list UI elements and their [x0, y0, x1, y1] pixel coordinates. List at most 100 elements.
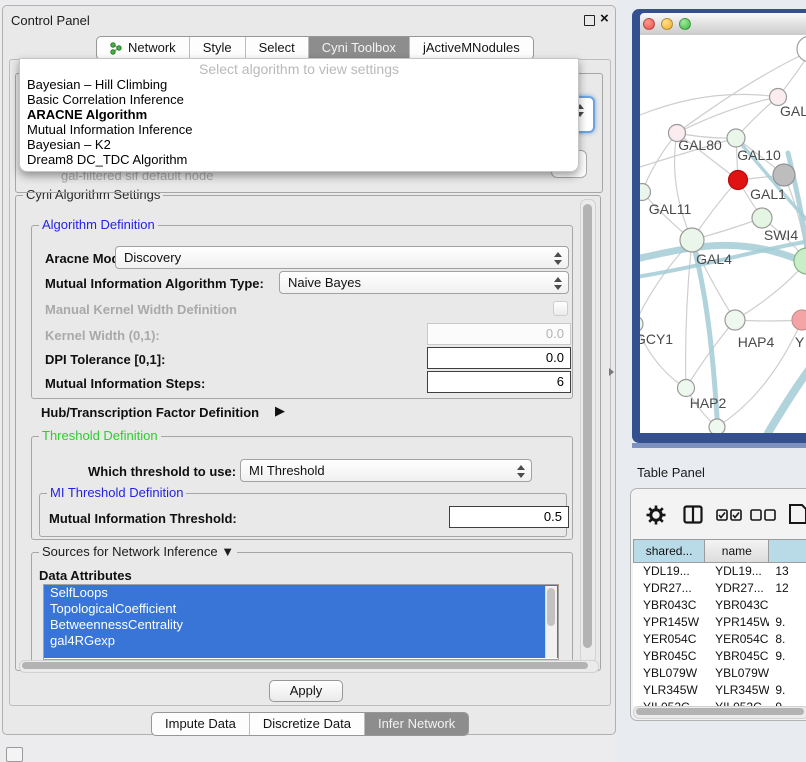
network-node[interactable]: [678, 380, 695, 397]
table-cell: YDR27...: [633, 580, 705, 597]
network-node[interactable]: [794, 248, 806, 274]
document-icon[interactable]: [788, 503, 806, 525]
node-label: GAL10: [737, 147, 781, 163]
table-row[interactable]: YER054CYER054C8.: [633, 631, 806, 648]
network-node[interactable]: [729, 171, 748, 190]
algorithm-option[interactable]: Dream8 DC_TDC Algorithm: [20, 152, 578, 167]
attribute-item[interactable]: SelfLoops: [44, 585, 558, 601]
attribute-item[interactable]: TopologicalCoefficient: [44, 601, 558, 617]
close-icon[interactable]: ×: [600, 12, 609, 26]
collapse-arrow-icon[interactable]: ▼: [221, 544, 234, 559]
algorithm-option[interactable]: Bayesian – Hill Climbing: [20, 77, 578, 92]
network-node[interactable]: [709, 419, 725, 433]
table-row[interactable]: YBL079WYBL079W: [633, 665, 806, 682]
column-header-partial[interactable]: [769, 539, 806, 563]
settings-horizontal-scrollbar[interactable]: [19, 660, 599, 673]
column-header-shared-name[interactable]: shared...: [633, 539, 705, 563]
unchecked-checkboxes-icon[interactable]: [750, 509, 776, 521]
data-attributes-list[interactable]: SelfLoopsTopologicalCoefficientBetweenne…: [43, 584, 559, 660]
attribute-item[interactable]: gal4RGexp: [44, 633, 558, 649]
checked-checkboxes-icon[interactable]: [716, 509, 742, 521]
network-node[interactable]: [680, 228, 704, 252]
column-header-name[interactable]: name: [705, 539, 769, 563]
mi-steps-field[interactable]: 6: [427, 371, 571, 393]
network-node[interactable]: [797, 36, 806, 62]
network-canvas[interactable]: GALGAL80GAL10GAL1GAL11SWI4GAL4GCY1HAP4YH…: [640, 35, 806, 433]
kernel-width-field[interactable]: 0.0: [427, 323, 571, 345]
list-vertical-scrollbar-thumb[interactable]: [547, 588, 555, 626]
network-graph: GALGAL80GAL10GAL1GAL11SWI4GAL4GCY1HAP4YH…: [640, 35, 806, 433]
table-cell: 9.: [769, 682, 806, 699]
network-edge[interactable]: [677, 97, 778, 133]
network-edge[interactable]: [686, 240, 692, 388]
tab-cyni-toolbox[interactable]: Cyni Toolbox: [308, 37, 409, 59]
table-cell: YLR345W: [705, 682, 769, 699]
zoom-traffic-light-icon[interactable]: [679, 18, 691, 30]
minimize-traffic-light-icon[interactable]: [661, 18, 673, 30]
table-row[interactable]: YDL19...YDL19...13: [633, 563, 806, 580]
algorithm-option[interactable]: ARACNE Algorithm: [20, 107, 578, 122]
close-traffic-light-icon[interactable]: [643, 18, 655, 30]
network-node[interactable]: [727, 129, 745, 147]
dpi-tolerance-field[interactable]: 0.0: [427, 347, 571, 369]
columns-icon[interactable]: [683, 505, 703, 524]
network-node[interactable]: [773, 164, 795, 186]
tab-discretize-data[interactable]: Discretize Data: [249, 713, 364, 735]
table-row[interactable]: YDR27...YDR27...12: [633, 580, 806, 597]
table-horizontal-scrollbar[interactable]: [633, 706, 806, 719]
splitter-collapse-icon[interactable]: [609, 368, 614, 376]
tab-impute-data[interactable]: Impute Data: [152, 713, 249, 735]
network-node[interactable]: [752, 208, 772, 228]
table-row[interactable]: YBR043CYBR043C: [633, 597, 806, 614]
tab-network[interactable]: Network: [97, 37, 189, 59]
network-edge[interactable]: [642, 133, 677, 192]
which-threshold-combobox[interactable]: MI Threshold: [240, 459, 532, 482]
control-panel-window: Control Panel × Network Style Select Cyn…: [2, 5, 616, 735]
table-cell: YPR145W: [633, 614, 705, 631]
table-row[interactable]: YLR345WYLR345W9.: [633, 682, 806, 699]
mi-threshold-field[interactable]: 0.5: [449, 506, 569, 528]
tab-infer-network[interactable]: Infer Network: [364, 713, 468, 735]
table-row[interactable]: YPR145WYPR145W9.: [633, 614, 806, 631]
algorithm-option[interactable]: Mutual Information Inference: [20, 122, 578, 137]
network-node[interactable]: [725, 310, 745, 330]
table-cell: YLR345W: [633, 682, 705, 699]
aracne-mode-combobox[interactable]: Discovery: [115, 246, 569, 269]
list-vertical-scrollbar[interactable]: [545, 586, 557, 658]
attribute-item[interactable]: BetweennessCentrality: [44, 617, 558, 633]
apply-button[interactable]: Apply: [269, 680, 343, 702]
table-row[interactable]: YIL052CYIL052C9: [633, 699, 806, 706]
algorithm-option[interactable]: Basic Correlation Inference: [20, 92, 578, 107]
network-edge[interactable]: [640, 94, 778, 115]
mi-threshold-label: Mutual Information Threshold:: [49, 511, 237, 526]
collapsed-panel-icon[interactable]: [6, 747, 23, 762]
manual-kernel-checkbox[interactable]: [553, 301, 568, 316]
float-window-icon[interactable]: [584, 15, 595, 26]
panel-title: Control Panel: [11, 13, 90, 28]
network-node[interactable]: [640, 316, 643, 332]
tab-jactivemnodules[interactable]: jActiveMNodules: [409, 37, 533, 59]
table-row[interactable]: YBR045CYBR045C9.: [633, 648, 806, 665]
tab-style[interactable]: Style: [189, 37, 245, 59]
algorithm-option[interactable]: Bayesian – K2: [20, 137, 578, 152]
settings-vertical-scrollbar-thumb[interactable]: [583, 204, 592, 648]
dpi-tolerance-label: DPI Tolerance [0,1]:: [45, 352, 165, 367]
network-edge[interactable]: [735, 261, 806, 320]
table-cell: YBR045C: [705, 648, 769, 665]
network-window-titlebar[interactable]: [640, 13, 806, 36]
mi-type-label: Mutual Information Algorithm Type:: [45, 276, 264, 291]
settings-horizontal-scrollbar-thumb[interactable]: [22, 662, 588, 669]
network-node[interactable]: [640, 184, 651, 201]
expand-arrow-icon[interactable]: ▶: [275, 403, 285, 419]
tab-select[interactable]: Select: [245, 37, 308, 59]
gear-icon[interactable]: [646, 505, 666, 525]
network-edge[interactable]: [677, 51, 806, 133]
data-attributes-label: Data Attributes: [39, 568, 132, 583]
attribute-item-partial[interactable]: [44, 649, 558, 658]
table-horizontal-scrollbar-thumb[interactable]: [636, 708, 804, 715]
settings-vertical-scrollbar[interactable]: [580, 199, 596, 663]
network-node[interactable]: [792, 310, 806, 330]
network-edge[interactable]: [768, 363, 806, 433]
table-cell: 9.: [769, 614, 806, 631]
mi-type-combobox[interactable]: Naive Bayes: [279, 271, 569, 294]
